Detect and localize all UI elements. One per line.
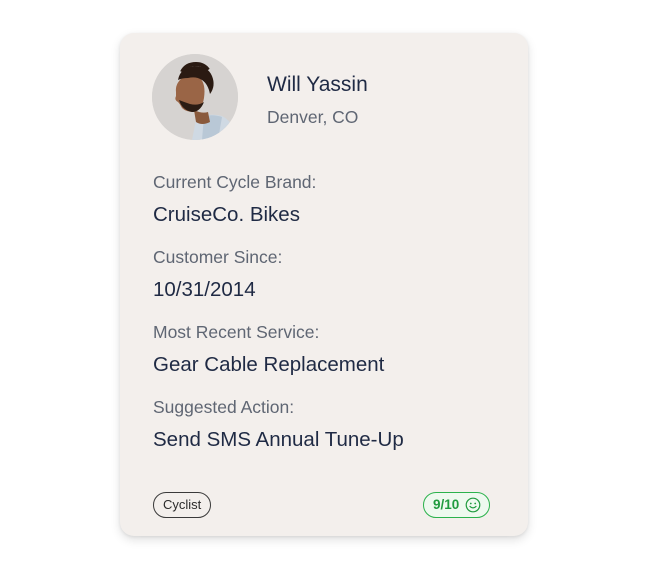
suggested-action-value: Send SMS Annual Tune-Up [153, 428, 404, 451]
customer-location: Denver, CO [267, 107, 359, 127]
cycle-brand-label: Current Cycle Brand: [153, 172, 317, 192]
customer-since-label: Customer Since: [153, 247, 283, 267]
customer-since-value: 10/31/2014 [153, 278, 256, 301]
customer-name: Will Yassin [267, 73, 368, 96]
smiley-face-icon [465, 497, 481, 513]
satisfaction-score-badge[interactable]: 9/10 [423, 492, 491, 518]
suggested-action-label: Suggested Action: [153, 397, 295, 417]
cycle-brand-value: CruiseCo. Bikes [153, 203, 300, 226]
avatar-photo-icon [152, 54, 238, 140]
recent-service-label: Most Recent Service: [153, 322, 320, 342]
recent-service-value: Gear Cable Replacement [153, 353, 385, 376]
score-label: 9/10 [433, 497, 460, 512]
avatar [152, 54, 238, 140]
cyclist-tag[interactable]: Cyclist [153, 492, 212, 518]
customer-card: Will Yassin Denver, CO Current Cycle Bra… [120, 33, 528, 536]
